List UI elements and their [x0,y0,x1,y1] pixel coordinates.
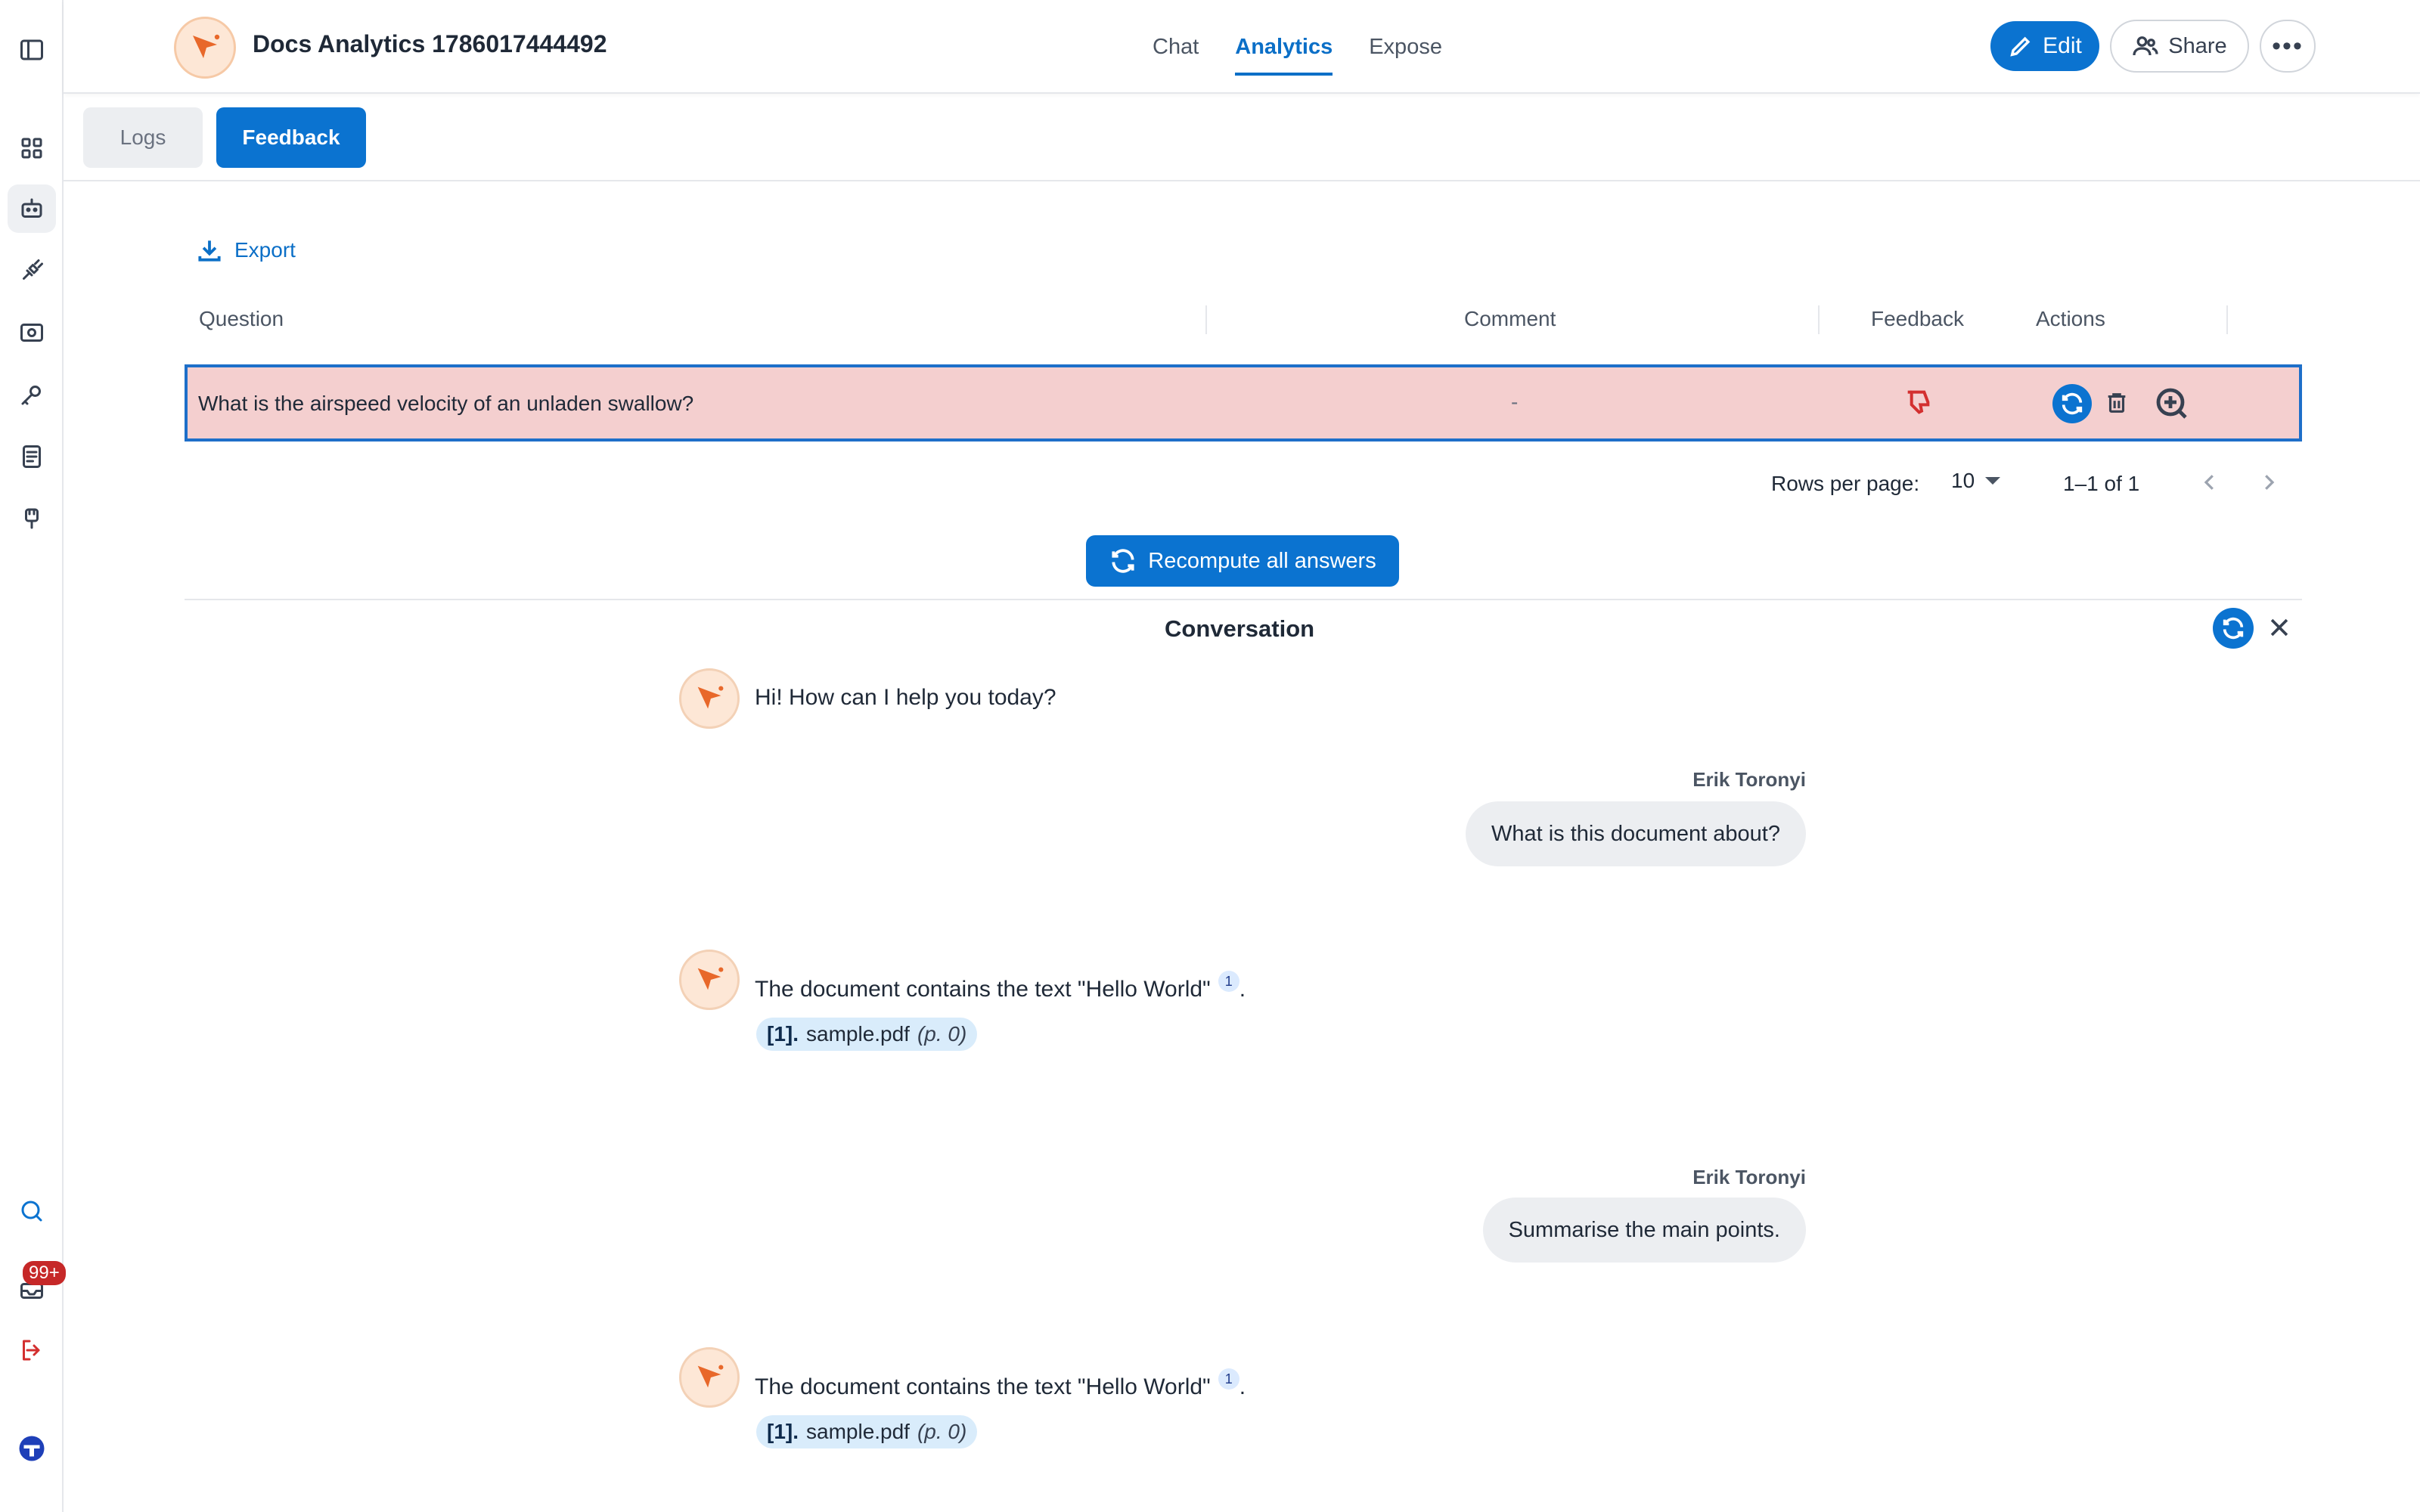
citation-chip[interactable]: [1]. sample.pdf (p. 0) [756,1018,978,1051]
document-icon[interactable] [8,432,56,481]
bot-message: Hi! How can I help you today? [755,685,1056,710]
citation-number: [1]. [767,1420,799,1443]
more-options-icon[interactable]: ••• [2260,20,2316,73]
next-page-button[interactable] [2254,467,2284,497]
trash-icon [2108,393,2126,413]
key-icon[interactable] [8,370,56,419]
delete-button[interactable] [2101,387,2133,419]
pencil-icon [2010,36,2031,57]
rows-per-page-label: Rows per page: [1771,472,1920,495]
citation-page: (p. 0) [917,1420,967,1443]
conversation-title: Conversation [1165,615,1315,642]
message-period: . [1239,977,1246,1002]
column-header-actions: Actions [2036,307,2105,330]
reference-marker[interactable]: 1 [1218,1368,1239,1390]
main-tabs: Chat Analytics Expose [1153,0,1442,94]
user-name: Erik Toronyi [1692,1166,1806,1188]
divider [185,599,2302,600]
edit-button-label: Edit [2043,33,2082,58]
notification-badge: 99+ [23,1261,66,1285]
refresh-conversation-button[interactable] [2213,608,2254,649]
people-icon [2133,36,2158,56]
column-separator [1205,305,1207,334]
user-message: Summarise the main points. [1482,1198,1806,1263]
tab-chat[interactable]: Chat [1153,0,1199,94]
caret-down-icon [1985,477,2001,485]
rows-per-page-select[interactable]: 10 [1951,469,2001,493]
column-header-question[interactable]: Question [199,307,284,331]
column-header-comment[interactable]: Comment [1464,307,1556,331]
chevron-right-icon [2265,475,2275,490]
citation-file: sample.pdf [806,1022,910,1046]
row-question: What is the airspeed velocity of an unla… [198,392,694,415]
recompute-answer-button[interactable] [2052,384,2092,423]
tab-analytics[interactable]: Analytics [1235,0,1333,94]
tab-feedback[interactable]: Feedback [216,107,366,168]
column-separator [1818,305,1820,334]
recompute-all-label: Recompute all answers [1148,548,1376,573]
refresh-icon [2223,617,2244,640]
dashboard-icon[interactable] [8,124,56,172]
zoom-in-icon [2156,388,2187,419]
bot-message-text: The document contains the text "Hello Wo… [755,977,1211,1002]
close-conversation-button[interactable] [2263,611,2296,644]
share-button-label: Share [2168,33,2227,58]
download-icon [198,240,221,262]
share-button[interactable]: Share [2110,20,2249,73]
settings-icon[interactable] [8,308,56,357]
refresh-icon [2062,392,2083,415]
bot-message: The document contains the text "Hello Wo… [755,971,1246,1002]
user-avatar-icon[interactable] [8,1424,56,1473]
close-icon [2270,618,2288,637]
user-name: Erik Toronyi [1692,768,1806,791]
pagination-range: 1–1 of 1 [2063,472,2140,495]
logout-icon[interactable] [8,1326,56,1374]
citation-chip[interactable]: [1]. sample.pdf (p. 0) [756,1415,978,1448]
column-header-feedback[interactable]: Feedback [1871,307,1964,331]
sidebar-toggle-icon[interactable] [8,26,56,74]
row-comment: - [1511,390,1519,414]
chevron-left-icon [2204,475,2214,490]
view-details-button[interactable] [2151,383,2193,425]
app-logo [174,17,236,79]
connector-icon[interactable] [8,494,56,543]
previous-page-button[interactable] [2195,467,2225,497]
column-separator [2226,305,2228,334]
citation-page: (p. 0) [917,1022,967,1046]
bot-avatar [679,1347,740,1408]
citation-file: sample.pdf [806,1420,910,1443]
plug-icon[interactable] [8,246,56,295]
user-message: What is this document about? [1465,801,1806,866]
tab-logs[interactable]: Logs [83,107,203,168]
reference-marker[interactable]: 1 [1218,971,1239,992]
left-rail: 99+ [0,0,66,1512]
bot-message: The document contains the text "Hello Wo… [755,1368,1246,1400]
thumbs-down-icon [1903,387,1934,419]
rows-per-page-value: 10 [1951,469,1975,492]
bot-icon[interactable] [8,184,56,233]
refresh-icon [1112,549,1134,573]
table-row[interactable]: What is the airspeed velocity of an unla… [185,364,2302,442]
bot-avatar [679,950,740,1010]
search-people-icon[interactable] [8,1187,56,1235]
sub-tabs: Logs Feedback [64,94,2420,181]
top-header: Docs Analytics 1786017444492 Chat Analyt… [64,0,2420,94]
citation-number: [1]. [767,1022,799,1046]
bot-avatar [679,668,740,729]
bot-message-text: The document contains the text "Hello Wo… [755,1374,1211,1399]
tab-expose[interactable]: Expose [1369,0,1442,94]
edit-button[interactable]: Edit [1990,21,2099,71]
export-label: Export [234,238,296,262]
page-title: Docs Analytics 1786017444492 [253,30,607,57]
recompute-all-button[interactable]: Recompute all answers [1086,535,1399,587]
export-button[interactable]: Export [195,236,296,265]
message-period: . [1239,1374,1246,1399]
